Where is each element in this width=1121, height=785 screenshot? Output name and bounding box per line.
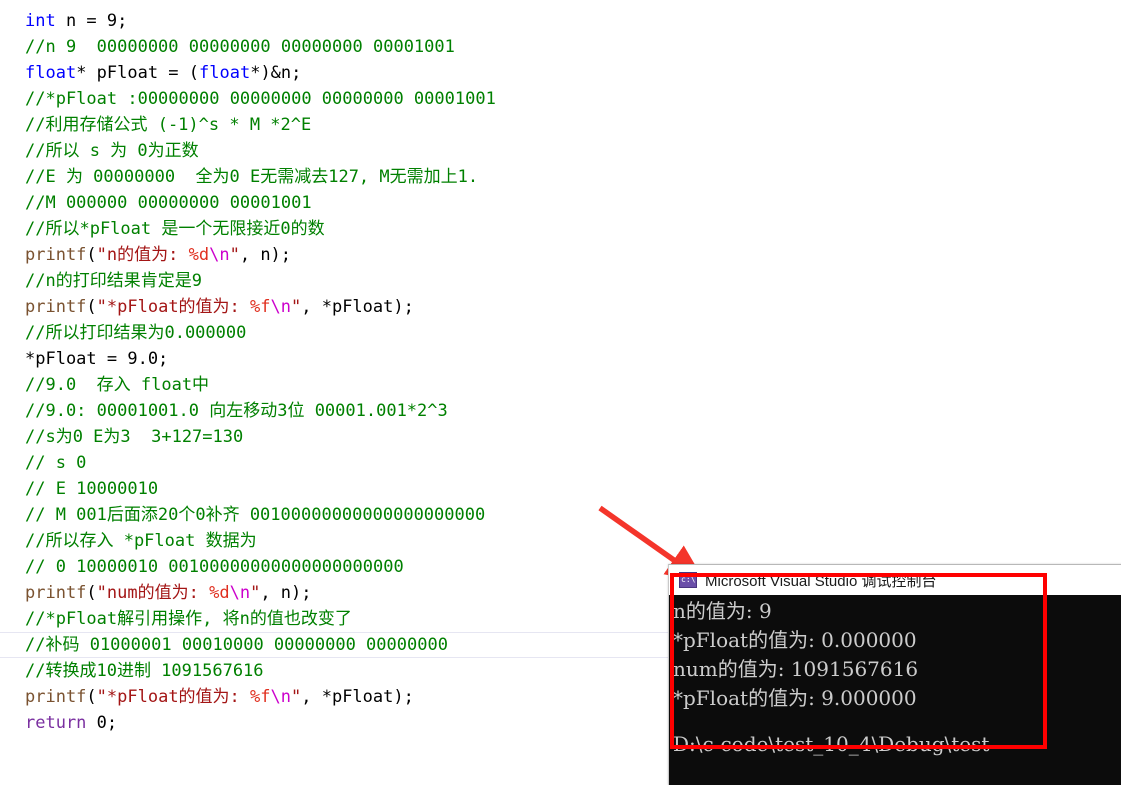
code-line[interactable]: //s为0 E为3 3+127=130 (0, 424, 1121, 450)
code-token: "*pFloat的值为: (96, 297, 251, 317)
code-token: " (250, 583, 261, 603)
code-token: %f (250, 297, 271, 317)
code-token: //9.0: 00001001.0 向左移动3位 00001.001*2^3 (25, 401, 448, 421)
code-token: , n); (239, 245, 292, 265)
code-token: "num的值为: (96, 583, 210, 603)
code-line[interactable]: // s 0 (0, 450, 1121, 476)
code-token: "*pFloat的值为: (96, 687, 251, 707)
code-token: %f (250, 687, 271, 707)
code-token: printf (25, 297, 87, 317)
code-token: , *pFloat); (301, 297, 414, 317)
code-token: //*pFloat :00000000 00000000 00000000 00… (25, 89, 496, 109)
code-token: printf (25, 687, 87, 707)
code-line[interactable]: float* pFloat = (float*)&n; (0, 60, 1121, 86)
code-line[interactable]: //所以*pFloat 是一个无限接近0的数 (0, 216, 1121, 242)
code-token: ( (86, 245, 97, 265)
code-token: //补码 01000001 00010000 00000000 00000000 (25, 635, 448, 655)
code-line[interactable]: //9.0 存入 float中 (0, 372, 1121, 398)
console-output-line: *pFloat的值为: 9.000000 (673, 686, 917, 710)
code-token: //所以存入 *pFloat 数据为 (25, 531, 257, 551)
console-output-line: n的值为: 9 (673, 599, 772, 623)
code-line[interactable]: //所以打印结果为0.000000 (0, 320, 1121, 346)
code-token: " (291, 687, 302, 707)
code-token: printf (25, 245, 87, 265)
code-line[interactable]: //所以存入 *pFloat 数据为 (0, 528, 1121, 554)
code-token: n = 9; (55, 11, 128, 31)
code-token: printf (25, 583, 87, 603)
code-token: //*pFloat解引用操作, 将n的值也改变了 (25, 609, 352, 629)
code-line[interactable]: printf("*pFloat的值为: %f\n", *pFloat); (0, 294, 1121, 320)
console-output-line: *pFloat的值为: 0.000000 (673, 628, 917, 652)
code-line[interactable]: *pFloat = 9.0; (0, 346, 1121, 372)
code-token: \n (229, 583, 251, 603)
code-token: ( (86, 297, 97, 317)
console-output-line: num的值为: 1091567616 (673, 657, 919, 681)
code-token: " (291, 297, 302, 317)
code-token: " (229, 245, 240, 265)
code-token: //所以打印结果为0.000000 (25, 323, 247, 343)
code-line[interactable]: //*pFloat :00000000 00000000 00000000 00… (0, 86, 1121, 112)
code-token: \n (270, 687, 291, 707)
code-line[interactable]: //n的打印结果肯定是9 (0, 268, 1121, 294)
code-token: // E 10000010 (25, 479, 159, 499)
code-token: //9.0 存入 float中 (25, 375, 210, 395)
console-output-area[interactable]: n的值为: 9 *pFloat的值为: 0.000000 num的值为: 10915… (669, 595, 1121, 785)
code-line[interactable]: // M 001后面添20个0补齐 0010000000000000000000… (0, 502, 1121, 528)
code-line[interactable]: // E 10000010 (0, 476, 1121, 502)
code-line[interactable]: //9.0: 00001001.0 向左移动3位 00001.001*2^3 (0, 398, 1121, 424)
code-token: //n的打印结果肯定是9 (25, 271, 202, 291)
code-line[interactable]: //E 为 00000000 全为0 E无需减去127, M无需加上1. (0, 164, 1121, 190)
code-token: //s为0 E为3 3+127=130 (25, 427, 244, 447)
debug-console-window[interactable]: Microsoft Visual Studio 调试控制台 n的值为: 9 *pF… (668, 564, 1121, 785)
code-line[interactable]: //利用存储公式 (-1)^s * M *2^E (0, 112, 1121, 138)
code-token: // M 001后面添20个0补齐 0010000000000000000000… (25, 505, 486, 525)
code-line[interactable]: int n = 9; (0, 8, 1121, 34)
code-token: "n的值为: (96, 245, 189, 265)
code-token: int (25, 11, 56, 31)
code-line[interactable]: printf("n的值为: %d\n", n); (0, 242, 1121, 268)
console-title-text: Microsoft Visual Studio 调试控制台 (705, 572, 937, 590)
code-token: //n 9 00000000 00000000 00000000 0000100… (25, 37, 455, 57)
console-titlebar[interactable]: Microsoft Visual Studio 调试控制台 (669, 565, 1121, 595)
code-token: // s 0 (25, 453, 87, 473)
code-token: \n (270, 297, 291, 317)
code-token: * pFloat = ( (76, 63, 200, 83)
code-token: , *pFloat); (301, 687, 414, 707)
code-token: //E 为 00000000 全为0 E无需减去127, M无需加上1. (25, 167, 479, 187)
code-token: 0; (86, 713, 118, 733)
code-token: float (199, 63, 251, 83)
code-token: //所以 s 为 0为正数 (25, 141, 199, 161)
code-token: *)&n; (250, 63, 302, 83)
console-app-icon (679, 572, 697, 588)
code-token: ( (86, 687, 97, 707)
console-path-line: D:\c-code\test_10_4\Debug\test (673, 732, 990, 756)
code-line[interactable]: //所以 s 为 0为正数 (0, 138, 1121, 164)
code-token: return (25, 713, 87, 733)
code-line[interactable]: //M 000000 00000000 00001001 (0, 190, 1121, 216)
code-token: %d (188, 245, 210, 265)
code-token: %d (209, 583, 230, 603)
code-token: //转换成10进制 1091567616 (25, 661, 264, 681)
code-line[interactable]: //n 9 00000000 00000000 00000000 0000100… (0, 34, 1121, 60)
code-token: //M 000000 00000000 00001001 (25, 193, 312, 213)
code-token: // 0 10000010 00100000000000000000000 (25, 557, 404, 577)
code-token: //利用存储公式 (-1)^s * M *2^E (25, 115, 312, 135)
code-token: //所以*pFloat 是一个无限接近0的数 (25, 219, 325, 239)
code-token: *pFloat = 9.0; (25, 349, 169, 369)
code-token: \n (209, 245, 230, 265)
code-token: ( (86, 583, 97, 603)
code-token: , n); (260, 583, 312, 603)
code-token: float (25, 63, 77, 83)
